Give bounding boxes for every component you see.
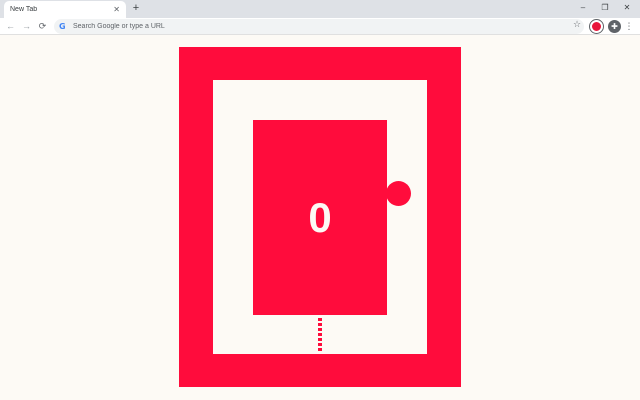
bookmark-star-icon[interactable]: ☆ — [573, 19, 581, 30]
tab-new-tab[interactable]: New Tab ✕ — [4, 1, 126, 18]
game-board-track: 0 — [213, 80, 427, 354]
restore-button[interactable]: ❐ — [594, 2, 616, 14]
center-block: 0 — [253, 120, 387, 315]
game-board-frame[interactable]: 0 — [179, 47, 461, 387]
tab-strip: New Tab ✕ + – ❐ ✕ — [0, 0, 640, 18]
reload-icon[interactable]: ⟳ — [36, 20, 49, 33]
puzzle-extension-icon[interactable]: ✚ — [608, 20, 621, 33]
player-ball — [386, 181, 411, 206]
tab-close-icon[interactable]: ✕ — [113, 5, 120, 14]
address-bar[interactable]: G — [54, 19, 584, 34]
back-arrow-icon[interactable]: ← — [4, 20, 17, 33]
menu-kebab-icon[interactable]: ⋮ — [624, 20, 634, 33]
score-display: 0 — [308, 193, 332, 241]
close-window-button[interactable]: ✕ — [616, 2, 638, 14]
aim-guide-line — [318, 318, 322, 352]
game-page: 0 — [0, 36, 640, 400]
google-g-icon: G — [59, 22, 66, 31]
address-input[interactable] — [73, 23, 553, 30]
browser-toolbar: ← → ⟳ G ☆ ✚ ⋮ — [0, 18, 640, 35]
tab-title: New Tab — [10, 6, 38, 13]
forward-arrow-icon[interactable]: → — [20, 20, 33, 33]
new-tab-button[interactable]: + — [130, 2, 142, 14]
minimize-button[interactable]: – — [572, 2, 594, 14]
game-extension-icon[interactable] — [590, 20, 603, 33]
